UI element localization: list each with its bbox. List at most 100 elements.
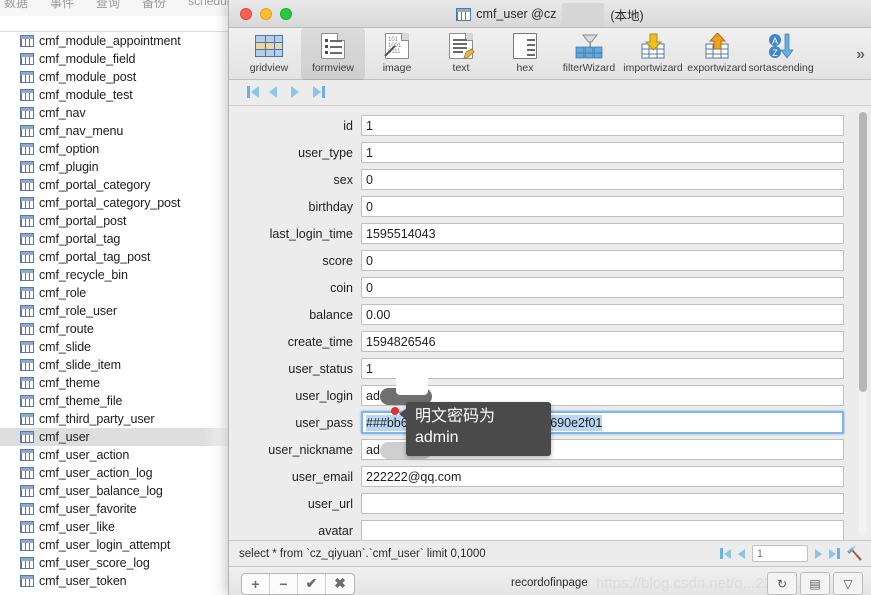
form-row-coin: coin 0 xyxy=(229,274,871,301)
table-list-item[interactable]: cmf_role_user xyxy=(0,302,229,320)
table-list-item[interactable]: cmf_module_test xyxy=(0,86,229,104)
table-list-item[interactable]: cmf_module_appointment xyxy=(0,32,229,50)
field-input-user_status[interactable]: 1 xyxy=(361,358,844,379)
menu-item-3[interactable]: 备份 xyxy=(142,0,166,11)
field-label-coin: coin xyxy=(330,280,353,295)
toolbar-button-formview[interactable]: formview xyxy=(301,28,365,80)
previous-record-button[interactable] xyxy=(269,85,285,100)
table-list-item[interactable]: cmf_nav xyxy=(0,104,229,122)
table-list-item-label: cmf_nav_menu xyxy=(39,124,124,138)
window-titlebar[interactable]: cmf_user @cz (本地) xyxy=(229,0,871,28)
refresh-icon[interactable]: ↻ xyxy=(767,572,797,595)
close-button-icon[interactable] xyxy=(240,7,252,20)
toolbar-button-filterWizard[interactable]: filterWizard xyxy=(557,28,621,80)
table-list-item[interactable]: cmf_user_like xyxy=(0,518,229,536)
table-list-item[interactable]: cmf_module_post xyxy=(0,68,229,86)
record-action-bar: + − ✔ ✖ recordofinpage https://blog.csdn.ne… xyxy=(229,566,871,595)
next-record-button[interactable] xyxy=(291,85,307,100)
toolbar-button-image[interactable]: 10110010111image xyxy=(365,28,429,80)
table-list-item[interactable]: cmf_role xyxy=(0,284,229,302)
remove-record-button[interactable]: − xyxy=(270,573,298,594)
field-input-avatar[interactable] xyxy=(361,520,844,540)
menu-item-0[interactable]: 数据 xyxy=(4,0,28,11)
first-page-button[interactable] xyxy=(719,548,731,559)
table-list-item-label: cmf_portal_category_post xyxy=(39,196,181,210)
table-list-item-label: cmf_portal_category xyxy=(39,178,151,192)
form-row-sex: sex 0 xyxy=(229,166,871,193)
table-list-item[interactable]: cmf_user_score_log xyxy=(0,554,229,572)
table-list-item[interactable]: cmf_user_balance_log xyxy=(0,482,229,500)
database-table-list[interactable]: cmf_module_appointment cmf_module_field cm… xyxy=(0,32,230,595)
cancel-changes-button[interactable]: ✖ xyxy=(326,574,354,594)
field-input-birthday[interactable]: 0 xyxy=(361,196,844,217)
add-record-button[interactable]: + xyxy=(242,573,270,594)
table-list-item[interactable]: cmf_user_token xyxy=(0,572,229,590)
field-input-user_type[interactable]: 1 xyxy=(361,142,844,163)
maximize-button-icon[interactable] xyxy=(280,7,292,20)
password-marker-dot-icon xyxy=(391,407,399,415)
field-input-score[interactable]: 0 xyxy=(361,250,844,271)
page-number-input[interactable]: 1 xyxy=(751,545,808,562)
field-label-user_url: user_url xyxy=(307,496,353,511)
table-list-item[interactable]: cmf_option xyxy=(0,140,229,158)
table-list-item[interactable]: cmf_third_party_user xyxy=(0,410,229,428)
field-input-create_time[interactable]: 1594826546 xyxy=(361,331,844,352)
field-value-user_status: 1 xyxy=(366,361,373,376)
table-list-item[interactable]: cmf_slide xyxy=(0,338,229,356)
toolbar-button-importwizard[interactable]: importwizard xyxy=(621,28,685,80)
table-list-item-label: cmf_user_login_attempt xyxy=(39,538,171,552)
traffic-light-group xyxy=(240,7,292,20)
first-record-button[interactable] xyxy=(247,85,263,100)
table-list-item[interactable]: cmf_recycle_bin xyxy=(0,266,229,284)
last-record-button[interactable] xyxy=(313,85,329,100)
toolbar-button-sortascending[interactable]: A Zsortascending xyxy=(748,28,814,80)
table-list-item[interactable]: cmf_portal_post xyxy=(0,212,229,230)
table-icon xyxy=(20,269,34,281)
table-list-item[interactable]: cmf_portal_category_post xyxy=(0,194,229,212)
table-list-item[interactable]: cmf_user_action xyxy=(0,446,229,464)
table-list-item[interactable]: cmf_user_login_attempt xyxy=(0,536,229,554)
tools-icon[interactable]: 🔨 xyxy=(847,546,863,562)
next-page-button[interactable] xyxy=(814,548,822,559)
last-page-button[interactable] xyxy=(828,548,840,559)
table-list-item[interactable]: cmf_theme xyxy=(0,374,229,392)
field-input-user_url[interactable] xyxy=(361,493,844,514)
table-list-item[interactable]: cmf_portal_category xyxy=(0,176,229,194)
toolbar-button-text[interactable]: text xyxy=(429,28,493,80)
minimize-button-icon[interactable] xyxy=(260,7,272,20)
table-list-item[interactable]: cmf_plugin xyxy=(0,158,229,176)
table-list-item[interactable]: cmf_user_favorite xyxy=(0,500,229,518)
grid-toggle-icon[interactable]: ▤ xyxy=(800,572,830,595)
toolbar-button-exportwizard[interactable]: exportwizard xyxy=(685,28,749,80)
dropdown-icon[interactable]: ▽ xyxy=(833,572,863,595)
table-icon xyxy=(20,161,34,173)
field-input-user_email[interactable]: 222222@qq.com xyxy=(361,466,844,487)
table-icon xyxy=(20,215,34,227)
table-list-item[interactable]: cmf_module_field xyxy=(0,50,229,68)
table-list-item[interactable]: cmf_theme_file xyxy=(0,392,229,410)
field-input-last_login_time[interactable]: 1595514043 xyxy=(361,223,844,244)
toolbar-overflow-icon[interactable]: » xyxy=(856,46,865,64)
previous-page-button[interactable] xyxy=(737,548,745,559)
table-list-item[interactable]: cmf_portal_tag_post xyxy=(0,248,229,266)
table-list-item[interactable]: cmf_portal_tag xyxy=(0,230,229,248)
toolbar-button-gridview[interactable]: gridview xyxy=(237,28,301,80)
field-input-balance[interactable]: 0.00 xyxy=(361,304,844,325)
table-list-item[interactable]: cmf_user xyxy=(0,428,229,446)
table-list-item[interactable]: cmf_nav_menu xyxy=(0,122,229,140)
menu-item-2[interactable]: 查询 xyxy=(96,0,120,11)
table-list-item[interactable]: cmf_route xyxy=(0,320,229,338)
table-list-item[interactable]: cmf_slide_item xyxy=(0,356,229,374)
field-input-sex[interactable]: 0 xyxy=(361,169,844,190)
field-input-coin[interactable]: 0 xyxy=(361,277,844,298)
toolbar-button-hex[interactable]: hex xyxy=(493,28,557,80)
menu-item-1[interactable]: 事件 xyxy=(50,0,74,11)
apply-changes-button[interactable]: ✔ xyxy=(298,573,326,594)
field-label-user_pass: user_pass xyxy=(295,415,353,430)
table-icon xyxy=(20,575,34,587)
field-input-id[interactable]: 1 xyxy=(361,115,844,136)
toolbar-button-label: exportwizard xyxy=(687,62,747,74)
form-scrollbar-thumb[interactable] xyxy=(859,112,867,392)
table-list-item-label: cmf_module_appointment xyxy=(39,34,181,48)
table-list-item[interactable]: cmf_user_action_log xyxy=(0,464,229,482)
